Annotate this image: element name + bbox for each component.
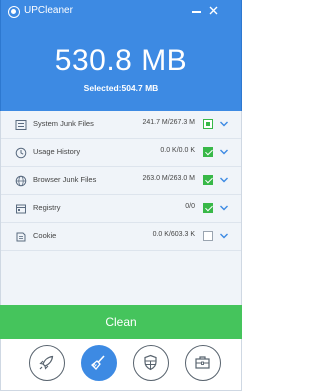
shield-icon <box>144 354 157 371</box>
item-size: 0.0 K/603.3 K <box>152 231 195 238</box>
nav-protect-button[interactable] <box>133 345 169 381</box>
item-label: System Junk Files <box>33 119 94 128</box>
item-checkbox[interactable] <box>203 119 213 129</box>
nav-boost-button[interactable] <box>29 345 65 381</box>
list-item-usage-history[interactable]: Usage History 0.0 K/0.0 K <box>1 139 241 167</box>
app-logo-icon <box>8 6 20 18</box>
chevron-down-icon[interactable] <box>219 120 229 128</box>
rocket-icon <box>39 355 54 370</box>
close-icon <box>209 6 218 15</box>
broom-icon <box>91 355 105 370</box>
item-size: 263.0 M/263.0 M <box>142 175 195 182</box>
system-junk-icon <box>15 120 27 130</box>
junk-category-list: System Junk Files 241.7 M/267.3 M Usage … <box>0 111 242 305</box>
list-item-cookie[interactable]: Cookie 0.0 K/603.3 K <box>1 223 241 251</box>
close-button[interactable] <box>207 4 221 18</box>
selected-size: Selected:504.7 MB <box>83 83 159 93</box>
nav-clean-button[interactable] <box>81 345 117 381</box>
item-size: 241.7 M/267.3 M <box>142 119 195 126</box>
title-bar: UPCleaner <box>1 0 241 24</box>
minimize-button[interactable] <box>190 4 204 18</box>
nav-toolbox-button[interactable] <box>185 345 221 381</box>
globe-icon <box>15 175 27 187</box>
toolbox-icon <box>195 356 210 369</box>
item-checkbox[interactable] <box>203 147 213 157</box>
clock-icon <box>15 147 27 159</box>
upcleaner-window: UPCleaner 530.8 MB Selected:504.7 MB Sys… <box>0 0 242 391</box>
item-label: Cookie <box>33 231 57 240</box>
cookie-icon <box>16 232 26 242</box>
registry-icon <box>16 204 26 214</box>
app-title: UPCleaner <box>24 5 73 16</box>
list-item-registry[interactable]: Registry 0/0 <box>1 195 241 223</box>
list-item-system-junk[interactable]: System Junk Files 241.7 M/267.3 M <box>1 111 241 139</box>
item-checkbox[interactable] <box>203 175 213 185</box>
chevron-down-icon[interactable] <box>219 232 229 240</box>
clean-button[interactable]: Clean <box>0 305 242 339</box>
chevron-down-icon[interactable] <box>219 148 229 156</box>
item-label: Usage History <box>33 147 81 156</box>
item-size: 0/0 <box>185 203 195 210</box>
chevron-down-icon[interactable] <box>219 176 229 184</box>
item-label: Registry <box>33 203 61 212</box>
item-size: 0.0 K/0.0 K <box>160 147 195 154</box>
list-item-browser-junk[interactable]: Browser Junk Files 263.0 M/263.0 M <box>1 167 241 195</box>
total-junk-size: 530.8 MB <box>54 44 188 77</box>
header: UPCleaner 530.8 MB Selected:504.7 MB <box>0 0 242 111</box>
item-label: Browser Junk Files <box>33 175 97 184</box>
item-checkbox[interactable] <box>203 231 213 241</box>
item-checkbox[interactable] <box>203 203 213 213</box>
bottom-nav <box>0 339 242 391</box>
chevron-down-icon[interactable] <box>219 204 229 212</box>
